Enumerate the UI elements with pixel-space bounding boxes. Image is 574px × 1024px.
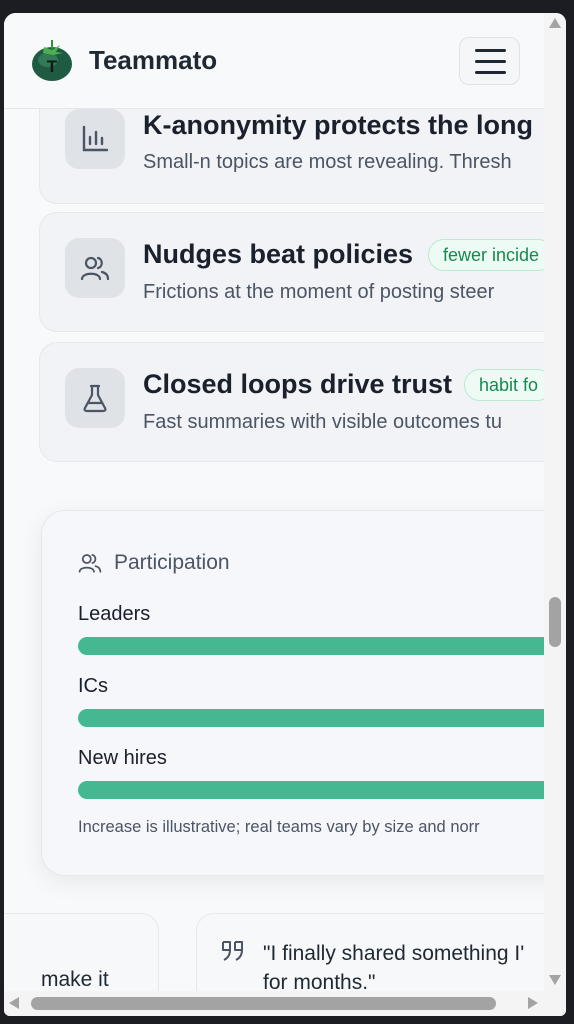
users-icon (65, 238, 125, 298)
participation-bar-new-hires (78, 781, 544, 799)
menu-bar-icon (475, 60, 506, 63)
testimonial-card: make it (4, 913, 159, 991)
menu-bar-icon (475, 49, 506, 52)
horizontal-scrollbar[interactable] (4, 991, 566, 1016)
page-viewport: T Teammato K-anonymity protects the long… (4, 13, 544, 991)
insight-tag-badge: fewer incide (428, 239, 544, 271)
participation-bar-leaders (78, 637, 544, 655)
participation-card: Participation Leaders ICs New hires Incr… (41, 510, 544, 876)
menu-bar-icon (475, 71, 506, 74)
insight-description: Small-n topics are most revealing. Thres… (143, 151, 512, 173)
testimonial-text: make it (41, 968, 109, 991)
flask-icon (65, 368, 125, 428)
vertical-scroll-thumb[interactable] (549, 597, 561, 647)
insight-title: Nudges beat policies (143, 239, 414, 269)
brand-name[interactable]: Teammato (89, 45, 217, 76)
site-header: T Teammato (4, 13, 544, 109)
bar-label: Leaders (78, 603, 151, 625)
browser-window: T Teammato K-anonymity protects the long… (4, 13, 566, 1016)
tomato-logo-icon[interactable]: T (31, 38, 73, 82)
insight-description: Fast summaries with visible outcomes tu (143, 411, 503, 433)
testimonial-card: "I finally shared something I' for month… (196, 913, 544, 991)
quote-icon (222, 941, 243, 961)
bar-chart-icon (65, 109, 125, 169)
vertical-scrollbar[interactable] (544, 13, 566, 991)
insight-tag-badge: habit fo (464, 369, 544, 401)
testimonial-quote: "I finally shared something I' for month… (263, 942, 525, 991)
bar-label: ICs (78, 675, 108, 697)
horizontal-scroll-thumb[interactable] (31, 997, 496, 1010)
insight-card: Closed loops drive trust habit fo Fast s… (39, 342, 544, 462)
insight-description: Frictions at the moment of posting steer (143, 281, 495, 303)
participation-note: Increase is illustrative; real teams var… (78, 818, 480, 836)
insight-title: K-anonymity protects the long (143, 110, 534, 140)
participation-bar-ics (78, 709, 544, 727)
scroll-right-arrow-icon[interactable] (528, 997, 538, 1009)
bar-label: New hires (78, 747, 167, 769)
scroll-left-arrow-icon[interactable] (9, 997, 19, 1009)
svg-text:T: T (47, 57, 58, 76)
insight-card: Nudges beat policies fewer incide Fricti… (39, 212, 544, 332)
users-icon (78, 554, 102, 573)
participation-header: Participation (78, 551, 230, 575)
scroll-down-arrow-icon[interactable] (549, 975, 561, 985)
scroll-up-arrow-icon[interactable] (549, 18, 561, 28)
hamburger-menu-button[interactable] (459, 37, 520, 85)
participation-title: Participation (114, 551, 230, 574)
insight-title: Closed loops drive trust (143, 369, 453, 399)
